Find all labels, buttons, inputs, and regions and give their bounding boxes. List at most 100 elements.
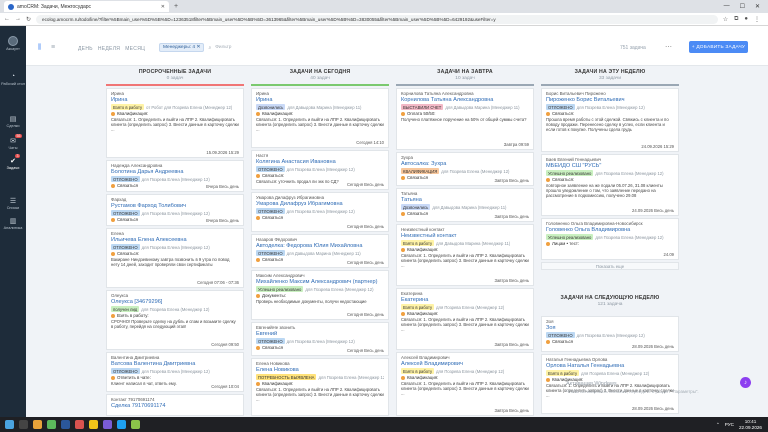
help-chat-button[interactable]: ♪: [740, 377, 751, 388]
deal-link[interactable]: Автоделка: Федорова Юлия Михайловна: [256, 243, 384, 249]
sidebar-item-account[interactable]: Аккаунт: [0, 36, 26, 51]
close-tab-icon[interactable]: ✕: [161, 4, 165, 10]
view-day[interactable]: ДЕНЬ: [78, 46, 93, 52]
minimize-icon[interactable]: —: [724, 3, 730, 10]
sidebar-item-tasks[interactable]: ✔ 3 Задачи: [0, 154, 26, 170]
task-card[interactable]: Контакт 79170691174 Сделка 79170691174: [106, 394, 244, 416]
sidebar-item-lists[interactable]: ☰ Списки: [0, 196, 26, 211]
deal-link[interactable]: Елена Новикова: [256, 367, 384, 373]
task-card[interactable]: Надежда Александровна Болотина Дарья Андр…: [106, 160, 244, 192]
search-taskbar-icon[interactable]: [19, 420, 28, 429]
view-month[interactable]: МЕСЯЦ: [125, 46, 145, 52]
task-card[interactable]: Елена Новикова Елена Новикова ПОТРЕБНОСТЬ …: [251, 358, 389, 416]
deal-link[interactable]: Колягина Анастасия Ивановна: [256, 159, 384, 165]
task-card[interactable]: Екатерина Екатерина Взято в работу для Позр…: [396, 288, 534, 350]
add-task-button[interactable]: + ДОБАВИТЬ ЗАДАЧУ: [689, 41, 748, 53]
status-badge: ОТЛОЖЕНО: [111, 210, 140, 216]
lang-indicator[interactable]: РУС: [725, 422, 734, 427]
back-icon[interactable]: ←: [4, 16, 10, 22]
deal-link[interactable]: Екатерина: [401, 297, 529, 303]
deal-link[interactable]: Пироженко Борис Витальевич: [546, 97, 674, 103]
tray-up-icon[interactable]: ⌃: [716, 422, 720, 428]
task-card[interactable]: Борис Витальевич Пирожено Пироженко Борис…: [541, 88, 679, 152]
task-card[interactable]: Ирина Ирина Дозвонились для Давыдова Марина…: [251, 88, 389, 148]
task-card[interactable]: Олеукса Олеукса [34679296] получен лид для …: [106, 290, 244, 350]
task-card[interactable]: ЕвгенийНе звонить Евгений ОТЛОЖЕНО для Позр…: [251, 322, 389, 356]
view-week[interactable]: НЕДЕЛЯ: [98, 46, 120, 52]
deal-link[interactable]: Автосалка: Зухра: [401, 161, 529, 167]
sidebar-item-dashboard[interactable]: ◔ Рабочий стол: [0, 72, 26, 86]
task-card[interactable]: Валентина Дмитриевна Ватсова Валентина Дм…: [106, 352, 244, 392]
deal-link[interactable]: Болотина Дарья Андреевна: [111, 169, 239, 175]
deal-link[interactable]: Алексей Владимирович: [401, 361, 529, 367]
task-card[interactable]: Алексей Владимирович Алексей Владимирович…: [396, 352, 534, 416]
show-more-button[interactable]: Показать еще: [541, 262, 679, 270]
sidebar-item-analytics[interactable]: ▥ Аналитика: [0, 216, 26, 231]
task-due: 28.09.2026 Весь день: [632, 406, 674, 411]
app-red-icon[interactable]: [75, 420, 84, 429]
deal-link[interactable]: Ирина: [256, 97, 384, 103]
task-card[interactable]: Зоя Зоя ОТЛОЖЕНО для Позрева Елена (Менедже…: [541, 316, 679, 352]
deal-link[interactable]: Татьяна: [401, 197, 529, 203]
deal-link[interactable]: Ильичева Елена Алексеевна: [111, 237, 239, 243]
bookmark-star-icon[interactable]: ☆: [723, 16, 728, 23]
browser-menu-icon[interactable]: ⋮: [754, 16, 760, 23]
task-type: Квалификация:: [256, 111, 384, 116]
task-due: Вчера Весь день: [206, 184, 239, 189]
deal-link[interactable]: Евгений: [256, 331, 384, 337]
app-purple-icon[interactable]: [103, 420, 112, 429]
pipeline-view-icon[interactable]: ⫼: [38, 44, 41, 52]
task-card[interactable]: Максим Александрович Михайленко Максим Ал…: [251, 270, 389, 320]
deal-link[interactable]: Олеукса [34679296]: [111, 299, 239, 305]
task-card[interactable]: Корнилова Татьяна Александровна Корнилова…: [396, 88, 534, 150]
task-card[interactable]: Неизвестный контакт Неизвестный контакт Вз…: [396, 224, 534, 286]
list-view-icon[interactable]: ≡: [51, 44, 55, 51]
extensions-icon[interactable]: ⧉: [734, 16, 738, 23]
app-green-icon[interactable]: [131, 420, 140, 429]
filter-chip[interactable]: Менеджеры: 4 ✕: [159, 43, 205, 52]
task-card[interactable]: Ирина Ирина Взято в работу от Робот для Поз…: [106, 88, 244, 158]
reload-icon[interactable]: ↻: [26, 16, 31, 23]
more-options-icon[interactable]: ⋯: [665, 43, 672, 51]
task-card[interactable]: Баев Евгений Геннадьевич МБЕЙДО СШ "РУСЬ"…: [541, 154, 679, 216]
sidebar-item-chats[interactable]: ✉ 55 Чаты: [0, 134, 26, 150]
url-input[interactable]: ecolog.amocrm.ru/todo/line/?filter%5Bmai…: [36, 14, 718, 24]
deal-link[interactable]: Ирина: [111, 97, 239, 103]
task-card[interactable]: Татьяна Татьяна Дозвонились для Давыдова Ма…: [396, 188, 534, 222]
deal-link[interactable]: Зоя: [546, 325, 674, 331]
task-card[interactable]: Елена Ильичева Елена Алексеевна ОТЛОЖЕНО дл…: [106, 228, 244, 288]
deal-link[interactable]: Корнилова Татьяна Александровна: [401, 97, 529, 103]
deal-link[interactable]: Умарова Дилафруз Ибрагимовна: [256, 201, 384, 207]
clock[interactable]: 10:41 22.09.2026: [739, 419, 762, 430]
telegram-icon[interactable]: [117, 420, 126, 429]
task-card[interactable]: Умарова Дилафруз Ибрагимовна Умарова Дила…: [251, 192, 389, 232]
sidebar-item-deals[interactable]: ▤ Сделки: [0, 114, 26, 129]
deal-link[interactable]: Сделка 79170691174: [111, 403, 239, 409]
task-card[interactable]: Фархад Рустамов Фарход Толибович ОТЛОЖЕНО д…: [106, 194, 244, 226]
maximize-icon[interactable]: ☐: [740, 3, 745, 10]
word-icon[interactable]: [61, 420, 70, 429]
task-card[interactable]: Зухра Автосалка: Зухра КВАЛИФИКАЦИЯ для Поз…: [396, 152, 534, 186]
new-tab-icon[interactable]: +: [174, 3, 178, 10]
browser-tab[interactable]: amoCRM: Задачи, Межгосударс ✕: [4, 1, 169, 12]
window-close-icon[interactable]: ✕: [755, 3, 760, 10]
deal-link[interactable]: Рустамов Фарход Толибович: [111, 203, 239, 209]
task-card[interactable]: Назаров Фёдорович Автоделка: Федорова Юли…: [251, 234, 389, 268]
profile-icon[interactable]: ●: [744, 16, 748, 23]
deal-link[interactable]: Неизвестный контакт: [401, 233, 529, 239]
deal-link[interactable]: МБЕЙДО СШ "РУСЬ": [546, 163, 674, 169]
deal-status-row: Успешно реализовано для Позрева Елена (Ме…: [546, 170, 674, 176]
task-card[interactable]: Настя Колягина Анастасия Ивановна ОТЛОЖЕНО…: [251, 150, 389, 190]
explorer-icon[interactable]: [33, 420, 42, 429]
forward-icon[interactable]: →: [15, 16, 21, 22]
deal-link[interactable]: Ватсова Валентина Дмитриевна: [111, 361, 239, 367]
chip-close-icon[interactable]: ✕: [196, 45, 200, 50]
deal-link[interactable]: Головенко Ольга Владимировна: [546, 227, 674, 233]
excel-icon[interactable]: [47, 420, 56, 429]
chrome-icon[interactable]: [89, 420, 98, 429]
task-card[interactable]: Головненко Ольга Владимировна-Новосибирс…: [541, 218, 679, 260]
filter-bar[interactable]: Менеджеры: 4 ✕ ⌕ Фильтр: [159, 43, 231, 52]
windows-start-icon[interactable]: [5, 420, 14, 429]
deal-link[interactable]: Михайленко Максим Александрович (партнер…: [256, 279, 384, 285]
deal-link[interactable]: Орлова Наталья Геннадьевна: [546, 363, 674, 369]
